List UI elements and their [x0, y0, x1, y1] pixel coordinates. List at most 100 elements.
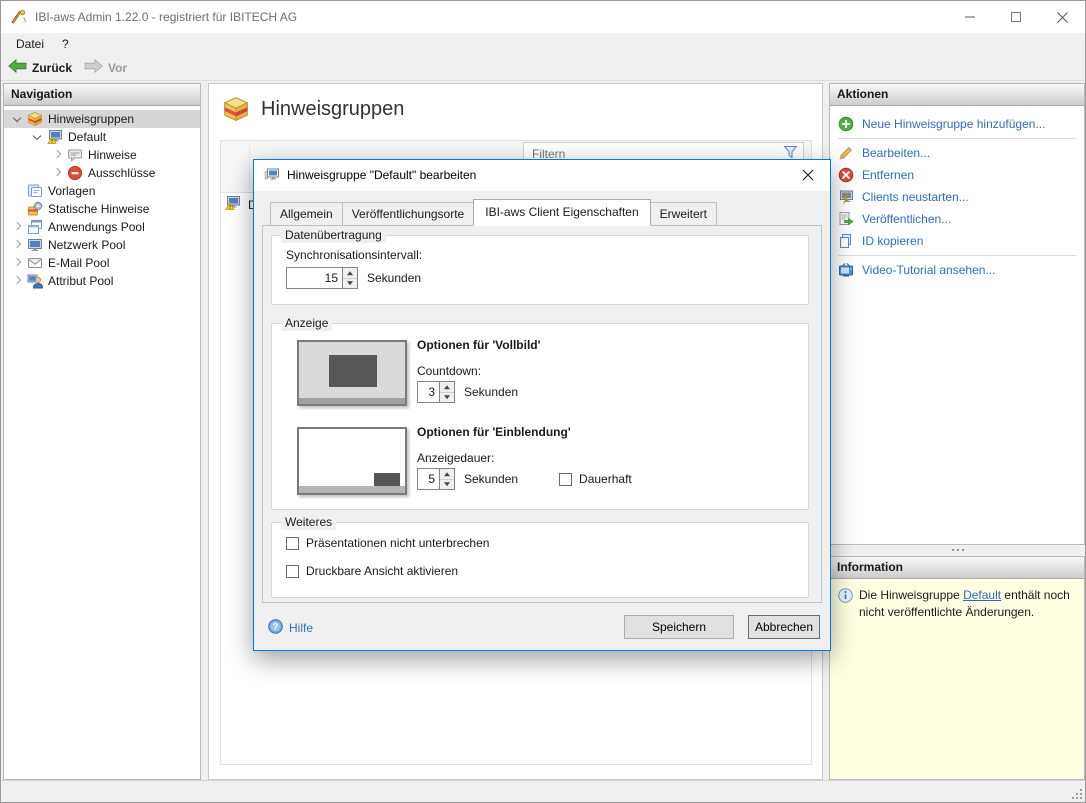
dialog-close-icon[interactable] — [785, 160, 830, 190]
druckbare-ansicht-checkbox-row: Druckbare Ansicht aktivieren — [286, 564, 458, 578]
spin-down-icon[interactable] — [343, 279, 357, 289]
action-label: Entfernen — [862, 168, 914, 182]
copy-icon — [838, 233, 854, 249]
app-windows-icon — [27, 219, 43, 235]
chevron-collapsed-icon[interactable] — [50, 165, 66, 181]
countdown-label: Countdown: — [417, 364, 481, 378]
info-default-link[interactable]: Default — [963, 588, 1001, 602]
dialog-monitor-icon — [264, 167, 280, 186]
action-id-kopieren[interactable]: ID kopieren — [830, 230, 1084, 252]
spin-down-icon[interactable] — [440, 480, 454, 490]
minimize-button[interactable] — [947, 1, 993, 33]
forward-button[interactable]: Vor — [84, 59, 127, 76]
nav-item-label: Statische Hinweise — [48, 202, 149, 216]
statusbar — [1, 780, 1085, 802]
chevron-collapsed-icon[interactable] — [50, 147, 66, 163]
action-video-tutorial[interactable]: Video-Tutorial ansehen... — [830, 259, 1084, 281]
menu-datei[interactable]: Datei — [7, 33, 53, 55]
nav-item-ausschluesse[interactable]: Ausschlüsse — [4, 164, 200, 182]
nav-item-hinweisgruppen[interactable]: Hinweisgruppen — [4, 110, 200, 128]
back-arrow-icon — [8, 59, 27, 76]
vollbild-content-rect — [329, 355, 377, 387]
save-button[interactable]: Speichern — [624, 615, 734, 639]
tab-page-client-eigenschaften: Datenübertragung Synchronisationsinterva… — [262, 225, 822, 603]
chevron-expanded-icon[interactable] — [10, 111, 26, 127]
anzeigedauer-value[interactable]: 5 — [418, 469, 439, 489]
tab-allgemein[interactable]: Allgemein — [270, 202, 343, 226]
action-veroeffentlichen[interactable]: Veröffentlichen... — [830, 208, 1084, 230]
info-icon — [838, 588, 853, 606]
nav-item-label: Ausschlüsse — [88, 166, 155, 180]
nav-item-email-pool[interactable]: E-Mail Pool — [4, 254, 200, 272]
nav-item-label: Attribut Pool — [48, 274, 113, 288]
nav-item-netzwerk-pool[interactable]: Netzwerk Pool — [4, 236, 200, 254]
tv-video-icon — [838, 262, 854, 278]
nav-item-default[interactable]: Default — [4, 128, 200, 146]
forward-arrow-icon — [84, 59, 103, 76]
menu-help[interactable]: ? — [53, 33, 78, 55]
cancel-button[interactable]: Abbrechen — [748, 615, 820, 639]
tab-erweitert[interactable]: Erweitert — [650, 202, 717, 226]
dauerhaft-label: Dauerhaft — [579, 472, 632, 486]
action-clients-neustarten[interactable]: Clients neustarten... — [830, 186, 1084, 208]
maximize-button[interactable] — [993, 1, 1039, 33]
group-datenuebertragung-label: Datenübertragung — [281, 228, 386, 243]
countdown-spinner: 3 — [417, 381, 455, 403]
praesentationen-checkbox[interactable] — [286, 537, 299, 550]
anzeigedauer-spinner: 5 — [417, 468, 455, 490]
remove-circle-icon — [838, 167, 854, 183]
nav-item-label: Hinweise — [88, 148, 137, 162]
anzeigedauer-unit: Sekunden — [464, 472, 518, 486]
window-title: IBI-aws Admin 1.22.0 - registriert für I… — [35, 1, 297, 33]
info-message-prefix: Die Hinweisgruppe — [859, 588, 963, 602]
action-new-hinweisgruppe[interactable]: Neue Hinweisgruppe hinzufügen... — [830, 113, 1084, 135]
nav-item-label: Default — [68, 130, 106, 144]
spin-down-icon[interactable] — [440, 393, 454, 403]
chevron-collapsed-icon[interactable] — [10, 237, 26, 253]
spin-up-icon[interactable] — [343, 268, 357, 279]
countdown-value[interactable]: 3 — [418, 382, 439, 402]
speech-bubble-icon — [67, 147, 83, 163]
tab-ibi-aws-client-eigenschaften[interactable]: IBI-aws Client Eigenschaften — [473, 199, 650, 226]
chevron-collapsed-icon[interactable] — [10, 219, 26, 235]
dialog-tabs: Allgemein Veröffentlichungsorte IBI-aws … — [270, 199, 716, 226]
vollbild-heading: Optionen für 'Vollbild' — [417, 338, 540, 352]
group-anzeige: Anzeige Optionen für 'Vollbild' Countdow… — [271, 323, 809, 510]
navigation-header: Navigation — [4, 84, 200, 106]
druckbare-ansicht-label: Druckbare Ansicht aktivieren — [306, 564, 458, 578]
help-link[interactable]: ? Hilfe — [268, 619, 313, 637]
monitor-warning-icon — [225, 195, 241, 214]
praesentationen-checkbox-row: Präsentationen nicht unterbrechen — [286, 536, 489, 550]
chevron-collapsed-icon[interactable] — [10, 255, 26, 271]
template-icon — [27, 183, 43, 199]
nav-item-vorlagen[interactable]: Vorlagen — [4, 182, 200, 200]
nav-item-label: Netzwerk Pool — [48, 238, 125, 252]
nav-item-hinweise[interactable]: Hinweise — [4, 146, 200, 164]
spin-up-icon[interactable] — [440, 469, 454, 480]
tab-veroeffentlichungsorte[interactable]: Veröffentlichungsorte — [342, 202, 475, 226]
group-weiteres-label: Weiteres — [281, 515, 336, 530]
back-button[interactable]: Zurück — [8, 59, 72, 76]
forward-label: Vor — [108, 61, 127, 75]
nav-item-anwendungs-pool[interactable]: Anwendungs Pool — [4, 218, 200, 236]
chevron-expanded-icon[interactable] — [30, 129, 46, 145]
spin-up-icon[interactable] — [440, 382, 454, 393]
chevron-collapsed-icon[interactable] — [10, 273, 26, 289]
sync-interval-value[interactable]: 15 — [287, 268, 342, 288]
close-button[interactable] — [1039, 1, 1085, 33]
actions-header: Aktionen — [830, 84, 1084, 106]
action-bearbeiten[interactable]: Bearbeiten... — [830, 142, 1084, 164]
panel-splitter[interactable] — [829, 545, 1085, 556]
navigation-tree: Hinweisgruppen Default Hinweise Ausschlü… — [4, 106, 200, 290]
group-datenuebertragung: Datenübertragung Synchronisationsinterva… — [271, 235, 809, 305]
nav-toolbar: Zurück Vor — [1, 55, 1085, 81]
action-entfernen[interactable]: Entfernen — [830, 164, 1084, 186]
dauerhaft-checkbox[interactable] — [559, 473, 572, 486]
druckbare-ansicht-checkbox[interactable] — [286, 565, 299, 578]
nav-item-attribut-pool[interactable]: Attribut Pool — [4, 272, 200, 290]
nav-item-statische-hinweise[interactable]: Statische Hinweise — [4, 200, 200, 218]
action-label: Video-Tutorial ansehen... — [862, 263, 995, 277]
resize-grip-icon[interactable] — [1070, 787, 1082, 799]
information-message: Die Hinweisgruppe Default enthält noch n… — [859, 587, 1076, 621]
dialog-titlebar: Hinweisgruppe "Default" bearbeiten — [254, 160, 830, 191]
